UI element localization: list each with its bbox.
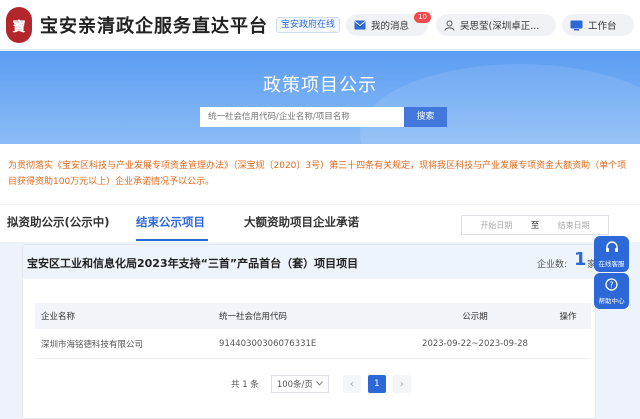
date-range-picker[interactable]: 开始日期 至 结束日期 — [461, 215, 609, 235]
date-separator: 至 — [530, 221, 540, 231]
page-size-value: 100条/页 — [276, 380, 313, 390]
header-credit-code: 统一社会信用代码 — [219, 312, 288, 322]
project-card-header: 宝安区工业和信息化局2023年支持“三首”产品首台（套）项目项目 企业数: 1 … — [23, 245, 597, 279]
tab-pending-publicity[interactable]: 拟资助公示(公示中) — [7, 214, 110, 230]
start-date-field[interactable]: 开始日期 — [462, 220, 531, 231]
banner-title: 政策项目公示 — [263, 75, 377, 96]
header-operation: 操作 — [559, 312, 577, 322]
site-logo[interactable]: 寶 — [6, 7, 32, 43]
project-card: 宝安区工业和信息化局2023年支持“三首”产品首台（套）项目项目 企业数: 1 … — [22, 244, 597, 419]
notice-text: 为贯彻落实《宝安区科技与产业发展专项资金管理办法》（深宝规〔2020〕3号）第三… — [8, 161, 627, 187]
project-title: 宝安区工业和信息化局2023年支持“三首”产品首台（套）项目项目 — [27, 257, 359, 270]
monitor-icon — [570, 20, 583, 31]
user-icon — [444, 20, 455, 31]
workbench-button[interactable]: 工作台 — [562, 14, 634, 36]
table-row[interactable]: 深圳市海铭德科技有限公司 91440300306076331E 2023-09-… — [35, 329, 591, 359]
messages-label: 我的消息 — [371, 21, 410, 32]
header-company-name: 企业名称 — [41, 312, 76, 322]
cell-company-name: 深圳市海铭德科技有限公司 — [41, 339, 144, 350]
svg-text:?: ? — [609, 280, 613, 289]
pagination-total: 共 1 条 — [231, 380, 259, 390]
tab-bar: 拟资助公示(公示中) 结束公示项目 大额资助项目企业承诺 开始日期 至 结束日期 — [0, 204, 640, 242]
search-button[interactable]: 搜索 — [404, 107, 447, 127]
prev-page-button[interactable]: ‹ — [342, 375, 361, 393]
company-count-label: 企业数: — [537, 260, 568, 270]
tab-ended-publicity[interactable]: 结束公示项目 — [136, 214, 205, 230]
question-icon: ? — [605, 277, 618, 293]
page-size-select[interactable]: 100条/页 — [270, 375, 329, 393]
online-service-button[interactable]: 在线客服 — [594, 236, 629, 272]
headset-icon — [605, 240, 619, 256]
next-page-button[interactable]: › — [392, 375, 411, 393]
help-center-label: 帮助中心 — [598, 296, 625, 305]
workbench-label: 工作台 — [588, 21, 617, 32]
government-online-link[interactable]: 宝安政府在线 — [276, 17, 341, 33]
user-name: 吴思莹(深圳卓正... — [460, 21, 540, 32]
site-title[interactable]: 宝安亲清政企服务直达平台 — [40, 12, 268, 38]
mail-icon — [354, 20, 366, 30]
messages-badge: 10 — [414, 12, 431, 23]
notice-section: 为贯彻落实《宝安区科技与产业发展专项资金管理办法》（深宝规〔2020〕3号）第三… — [0, 144, 640, 204]
end-date-field[interactable]: 结束日期 — [539, 220, 608, 231]
top-header: 寶 宝安亲清政企服务直达平台 宝安政府在线 我的消息 10 吴思莹(深圳卓正..… — [0, 0, 640, 50]
cell-publicity-period: 2023-09-22~2023-09-28 — [422, 338, 528, 349]
user-menu[interactable]: 吴思莹(深圳卓正... — [436, 14, 556, 36]
pagination: 共 1 条 100条/页 ‹ 1 › — [231, 375, 411, 393]
online-service-label: 在线客服 — [598, 259, 625, 268]
table-header: 企业名称 统一社会信用代码 公示期 操作 — [35, 303, 591, 329]
help-center-button[interactable]: ? 帮助中心 — [594, 273, 629, 309]
page-1-button[interactable]: 1 — [367, 375, 386, 393]
header-publicity-period: 公示期 — [462, 312, 488, 322]
search-input[interactable] — [200, 107, 404, 127]
tab-large-funding-commitment[interactable]: 大额资助项目企业承诺 — [244, 214, 359, 230]
policy-banner: 政策项目公示 搜索 — [0, 51, 640, 144]
company-table: 企业名称 统一社会信用代码 公示期 操作 深圳市海铭德科技有限公司 914403… — [35, 303, 591, 359]
cell-credit-code: 91440300306076331E — [219, 338, 317, 349]
company-count-value: 1 — [574, 249, 587, 270]
chevron-down-icon — [315, 379, 323, 389]
active-tab-indicator — [136, 239, 208, 241]
